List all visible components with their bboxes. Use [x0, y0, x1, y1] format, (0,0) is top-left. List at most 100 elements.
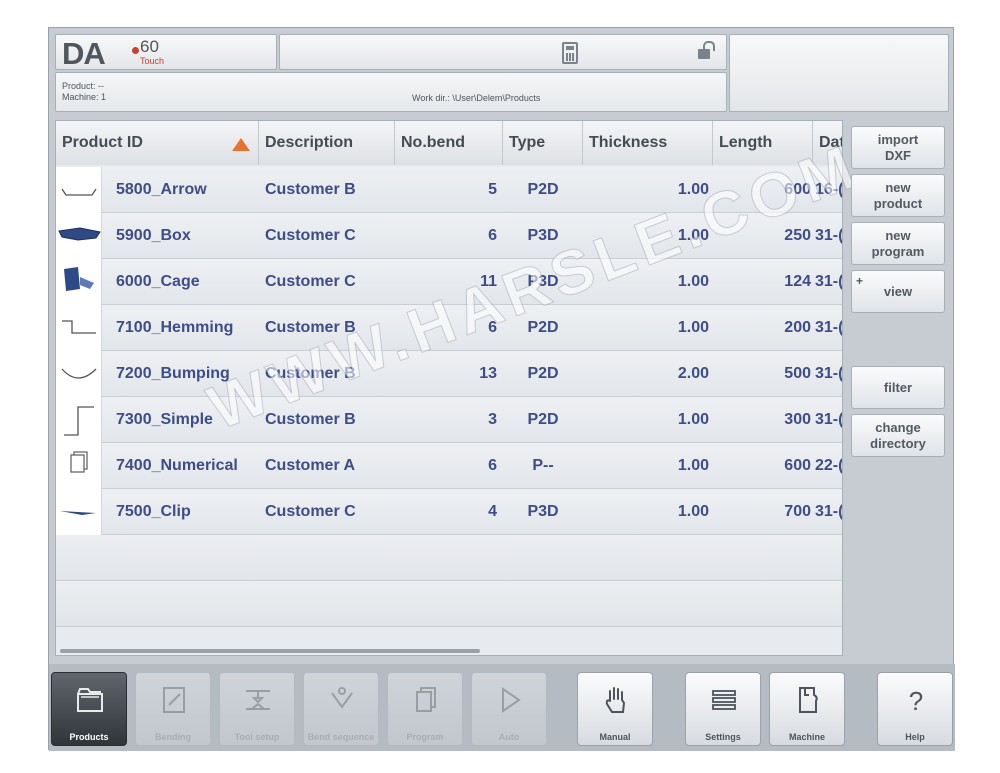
product-thumbnail — [56, 489, 102, 535]
cell-no-bend: 6 — [488, 457, 497, 474]
cell-product-id: 7500_Clip — [116, 503, 191, 520]
cell-thickness: 1.00 — [677, 411, 709, 428]
cell-length: 700 — [784, 503, 811, 520]
cell-length: 200 — [784, 319, 811, 336]
product-thumbnail — [56, 305, 102, 351]
settings-list-icon — [712, 690, 736, 710]
cell-description: Customer B — [265, 365, 356, 382]
logo-model: 60 — [140, 37, 159, 56]
cell-date: 31-( — [815, 503, 843, 520]
product-table: Product ID Description No.bend Type Thic… — [55, 120, 843, 656]
nav-auto-button[interactable]: Auto — [471, 672, 547, 746]
column-header-date[interactable]: Dat — [813, 121, 842, 165]
cell-thickness: 1.00 — [677, 319, 709, 336]
box-3d-icon — [58, 227, 101, 241]
table-row[interactable]: 7100_Hemming Customer B 6 P2D 1.00 200 31-( — [56, 305, 843, 351]
cell-date: 22-( — [815, 457, 843, 474]
product-thumbnail — [56, 167, 102, 213]
product-thumbnail — [56, 259, 102, 305]
product-info: Product: -- Machine: 1 Work dir.: \User\… — [55, 72, 727, 112]
table-row[interactable]: 6000_Cage Customer C 11 P3D 1.00 124 31-( — [56, 259, 843, 305]
unlock-icon[interactable] — [698, 41, 715, 59]
cell-no-bend: 4 — [488, 503, 497, 520]
cell-type: P2D — [527, 181, 559, 198]
view-button[interactable]: + view — [851, 270, 945, 313]
work-directory: Work dir.: \User\Delem\Products — [412, 93, 541, 103]
cell-no-bend: 11 — [480, 273, 497, 290]
cell-date: 31-( — [815, 319, 843, 336]
hand-icon — [605, 687, 626, 713]
cell-length: 600 — [784, 181, 811, 198]
filter-button[interactable]: filter — [851, 366, 945, 409]
table-row[interactable]: 7200_Bumping Customer B 13 P2D 2.00 500 31-( — [56, 351, 842, 397]
column-header-product-id[interactable]: Product ID — [56, 121, 259, 165]
nav-manual-button[interactable]: Manual — [577, 672, 653, 746]
cell-thickness: 1.00 — [677, 503, 709, 520]
numerical-program-icon — [70, 451, 88, 473]
top-right-panel — [729, 34, 949, 112]
drawing-icon — [163, 687, 185, 713]
cell-length: 300 — [784, 411, 811, 428]
column-header-description[interactable]: Description — [259, 121, 395, 165]
cell-type: P-- — [532, 457, 554, 474]
cell-description: Customer C — [265, 227, 356, 244]
cell-no-bend: 13 — [479, 365, 497, 382]
cell-description: Customer B — [265, 181, 356, 198]
column-header-thickness[interactable]: Thickness — [583, 121, 713, 165]
cell-description: Customer C — [265, 273, 356, 290]
nav-products-button[interactable]: Products — [51, 672, 127, 746]
bumping-profile-icon — [61, 368, 97, 379]
product-thumbnail — [56, 213, 102, 259]
table-row[interactable]: 7400_Numerical Customer A 6 P-- 1.00 600 22-( — [56, 443, 843, 489]
nav-tool-setup-button[interactable]: Tool setup — [219, 672, 295, 746]
cell-date: 31-( — [815, 273, 843, 290]
simple-profile-icon — [64, 406, 94, 436]
cell-product-id: 6000_Cage — [116, 273, 200, 290]
nav-machine-button[interactable]: Machine — [769, 672, 845, 746]
calculator-icon[interactable] — [562, 42, 578, 64]
cage-3d-icon — [64, 267, 94, 291]
new-product-button[interactable]: new product — [851, 174, 945, 217]
column-header-length[interactable]: Length — [713, 121, 813, 165]
table-row[interactable]: 5800_Arrow Customer B 5 P2D 1.00 600 16-( — [56, 167, 842, 213]
cell-product-id: 7300_Simple — [116, 411, 213, 428]
cell-no-bend: 6 — [488, 319, 497, 336]
table-row[interactable]: 7500_Clip Customer C 4 P3D 1.00 700 31-( — [56, 489, 843, 535]
plus-icon: + — [856, 274, 864, 288]
change-directory-button[interactable]: change directory — [851, 414, 945, 457]
program-pages-icon — [416, 687, 436, 712]
cell-thickness: 2.00 — [677, 365, 709, 382]
column-header-no-bend[interactable]: No.bend — [395, 121, 503, 165]
cell-no-bend: 5 — [488, 181, 497, 198]
bend-sequence-icon — [331, 687, 353, 709]
cell-length: 500 — [784, 365, 811, 382]
horizontal-scrollbar[interactable] — [60, 649, 480, 653]
column-header-type[interactable]: Type — [503, 121, 583, 165]
nav-bend-sequence-button[interactable]: Bend sequence — [303, 672, 379, 746]
new-program-button[interactable]: new program — [851, 222, 945, 265]
cell-type: P3D — [527, 227, 559, 244]
cell-thickness: 1.00 — [677, 273, 709, 290]
table-row[interactable]: 5900_Box Customer C 6 P3D 1.00 250 31-( — [56, 213, 842, 259]
nav-bending-button[interactable]: Bending — [135, 672, 211, 746]
product-thumbnail — [56, 443, 102, 489]
cell-thickness: 1.00 — [677, 457, 709, 474]
status-area — [279, 34, 727, 70]
cell-no-bend: 6 — [488, 227, 497, 244]
current-product: Product: -- — [62, 81, 105, 91]
nav-help-button[interactable]: ? Help — [877, 672, 953, 746]
hemming-profile-icon — [62, 320, 96, 334]
tool-setup-icon — [246, 690, 270, 710]
nav-program-button[interactable]: Program — [387, 672, 463, 746]
empty-row — [56, 581, 842, 627]
cell-no-bend: 3 — [488, 411, 497, 428]
app-frame: DA 60 Touch Product: -- Machine: 1 Work … — [48, 27, 955, 751]
table-row[interactable]: 7300_Simple Customer B 3 P2D 1.00 300 31-( — [56, 397, 843, 443]
cell-description: Customer B — [265, 411, 356, 428]
nav-settings-button[interactable]: Settings — [685, 672, 761, 746]
sort-ascending-icon — [232, 138, 250, 151]
cell-date: 31-( — [815, 411, 843, 428]
import-dxf-button[interactable]: import DXF — [851, 126, 945, 169]
logo-dot — [132, 47, 139, 54]
svg-text:?: ? — [909, 686, 923, 715]
